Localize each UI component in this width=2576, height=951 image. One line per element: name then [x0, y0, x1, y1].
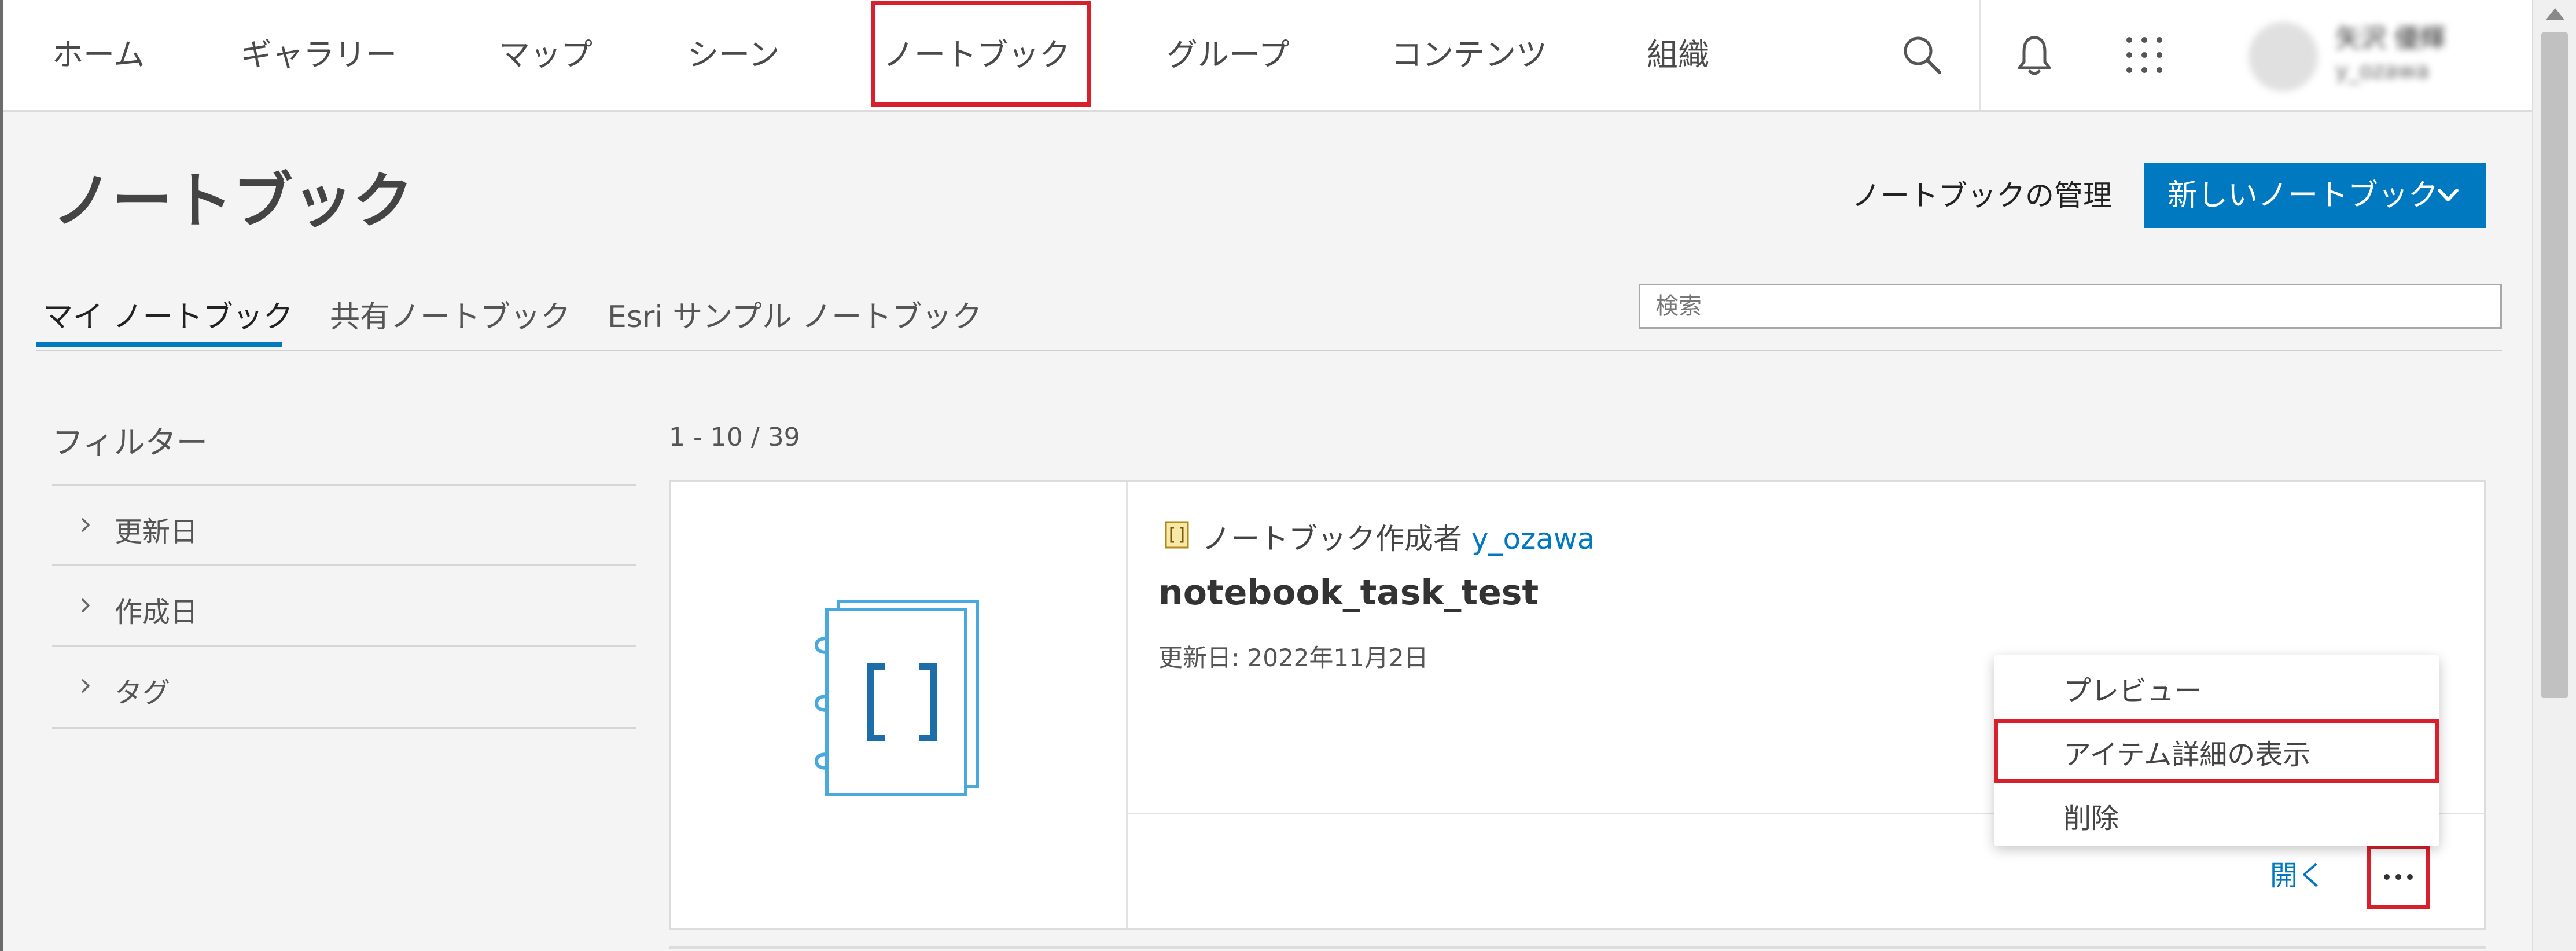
menu-item-label: 削除 [2063, 802, 2119, 835]
more-dot [2407, 874, 2413, 880]
new-notebook-button-label: 新しいノートブック [2167, 178, 2439, 213]
nav-item-content[interactable]: コンテンツ [1391, 0, 1547, 110]
filter-item-label: 更新日 [115, 516, 198, 548]
filter-item-label: 作成日 [115, 596, 198, 629]
top-navigation: ホーム ギャラリー マップ シーン ノートブック グループ コンテンツ 組織 矢… [3, 0, 2532, 112]
avatar [2249, 22, 2318, 91]
nav-notebook-highlight [871, 1, 1091, 107]
user-id: y_ozawa [2335, 58, 2430, 83]
card-updated-date: 更新日: 2022年11月2日 [1158, 644, 1429, 672]
manage-notebooks-link[interactable]: ノートブックの管理 [1852, 172, 2112, 214]
result-count: 1 - 10 / 39 [669, 423, 800, 452]
chevron-right-icon [82, 598, 90, 612]
filter-item-tags[interactable]: タグ [52, 647, 636, 725]
more-dot [2395, 874, 2401, 880]
filter-item-modified[interactable]: 更新日 [52, 486, 636, 564]
nav-item-home[interactable]: ホーム [52, 0, 145, 110]
card-type-label: ノートブック作成者 [1202, 522, 1462, 556]
menu-item-highlight [1994, 719, 2439, 783]
search-input[interactable] [1639, 284, 2502, 329]
notebook-type-icon [1165, 521, 1189, 549]
card-owner-link[interactable]: y_ozawa [1471, 522, 1595, 556]
filter-divider [52, 727, 636, 729]
tab-my-notebooks[interactable]: マイ ノートブック [43, 292, 293, 336]
vertical-scrollbar[interactable] [2532, 0, 2576, 951]
tab-esri-sample-notebooks[interactable]: Esri サンプル ノートブック [608, 292, 982, 336]
nav-item-map[interactable]: マップ [499, 0, 593, 110]
card-options-menu: プレビュー アイテム詳細の表示 削除 [1994, 655, 2439, 846]
page-title: ノートブック [52, 166, 414, 236]
tab-shared-notebooks[interactable]: 共有ノートブック [330, 292, 571, 336]
filter-title: フィルター [52, 424, 208, 461]
nav-item-groups[interactable]: グループ [1166, 0, 1290, 110]
open-button[interactable]: 開く [2270, 853, 2325, 893]
user-menu[interactable]: 矢沢 優輝 y_ozawa [2249, 12, 2492, 98]
window-left-border [0, 0, 3, 951]
notebook-thumbnail-icon [815, 600, 979, 796]
menu-item-delete[interactable]: 削除 [1994, 783, 2439, 846]
next-card-edge [669, 946, 2486, 949]
more-dot [2384, 874, 2390, 880]
new-notebook-button[interactable]: 新しいノートブック [2144, 163, 2486, 228]
scroll-up-arrow-icon[interactable] [2546, 8, 2564, 20]
apps-grid-icon[interactable] [2121, 32, 2167, 78]
card-type-line: ノートブック作成者 y_ozawa [1202, 516, 1595, 557]
menu-item-label: プレビュー [2063, 675, 2203, 707]
nav-item-scene[interactable]: シーン [687, 0, 779, 110]
tabs-divider [36, 350, 2502, 351]
notebook-thumbnail[interactable] [671, 482, 1128, 928]
nav-item-gallery[interactable]: ギャラリー [241, 0, 397, 110]
chevron-right-icon [82, 518, 90, 532]
active-tab-indicator [36, 342, 282, 347]
chevron-right-icon [82, 679, 90, 693]
scroll-thumb[interactable] [2541, 32, 2568, 698]
card-title[interactable]: notebook_task_test [1158, 572, 1539, 613]
filter-item-created[interactable]: 作成日 [52, 566, 636, 645]
chevron-down-icon [2438, 189, 2459, 201]
more-options-button[interactable] [2367, 844, 2430, 909]
menu-item-preview[interactable]: プレビュー [1994, 655, 2439, 719]
user-name: 矢沢 優輝 [2335, 24, 2445, 53]
search-icon[interactable] [1899, 32, 1945, 78]
nav-item-organization[interactable]: 組織 [1647, 0, 1709, 110]
bell-icon[interactable] [2011, 32, 2058, 78]
nav-divider [1979, 0, 1981, 110]
filter-item-label: タグ [115, 677, 171, 709]
